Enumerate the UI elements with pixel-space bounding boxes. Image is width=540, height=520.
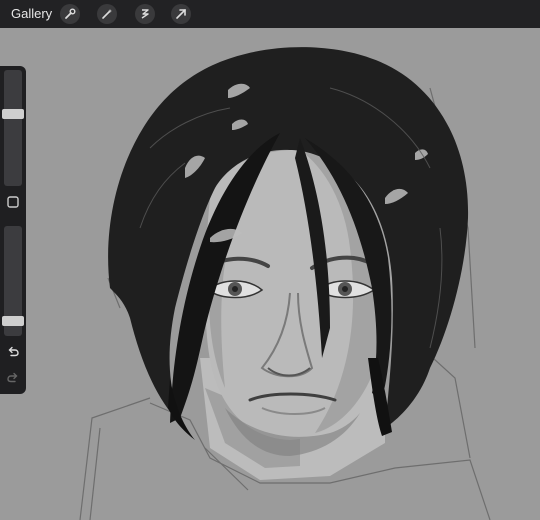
undo-button[interactable]	[6, 344, 20, 358]
wrench-icon	[65, 8, 76, 19]
brush-sidebar	[0, 66, 26, 394]
brush-size-slider[interactable]	[4, 70, 22, 186]
opacity-handle[interactable]	[2, 316, 24, 326]
modify-button[interactable]	[6, 195, 20, 209]
adjustments-button[interactable]	[97, 4, 117, 24]
undo-icon	[8, 346, 19, 357]
redo-button[interactable]	[6, 370, 20, 384]
brush-size-handle[interactable]	[2, 109, 24, 119]
magic-wand-icon	[102, 9, 112, 19]
drawing-canvas[interactable]	[0, 28, 540, 520]
transform-button[interactable]	[171, 4, 191, 24]
redo-icon	[7, 372, 18, 383]
square-icon	[7, 196, 19, 208]
actions-wrench-button[interactable]	[60, 4, 80, 24]
transform-arrow-icon	[176, 9, 186, 19]
selection-button[interactable]	[135, 4, 155, 24]
gallery-button[interactable]: Gallery	[11, 6, 52, 21]
portrait-artwork	[79, 47, 491, 520]
top-toolbar: Gallery	[0, 0, 540, 28]
selection-icon	[141, 9, 149, 19]
